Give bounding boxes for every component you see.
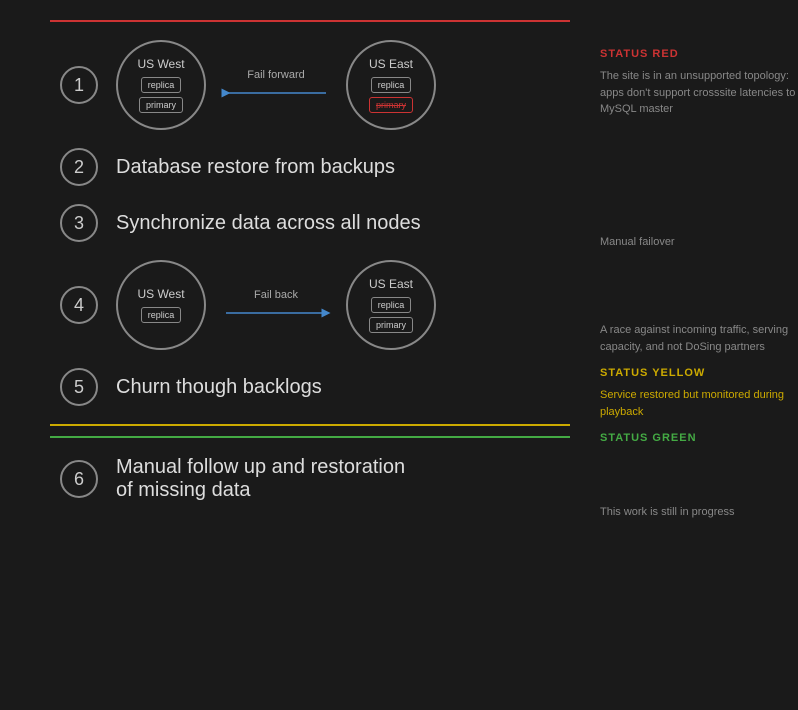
status-yellow-desc: Service restored but monitored during pl… [600, 387, 798, 420]
step-2-label: Database restore from backups [116, 156, 395, 179]
step-number-3: 3 [60, 204, 98, 242]
us-west-circle-1: US West replica primary [116, 40, 206, 130]
step6-desc: This work is still in progress [600, 504, 798, 521]
status-red-label: STATUS RED [600, 48, 798, 60]
green-divider [50, 436, 570, 438]
topology-1: US West replica primary Fail forward [116, 40, 436, 130]
step-5-label: Churn though backlogs [116, 376, 322, 399]
us-east-circle-2: US East replica primary [346, 260, 436, 350]
east-primary-badge-2: primary [369, 317, 413, 333]
us-east-circle-1: US East replica primary [346, 40, 436, 130]
us-east-label-2: US East [369, 277, 413, 291]
west-primary-badge-1: primary [139, 97, 183, 113]
us-west-circle-2: US West replica [116, 260, 206, 350]
status-red-desc: The site is in an unsupported topology: … [600, 68, 798, 118]
step-number-5: 5 [60, 368, 98, 406]
step-2: 2 Database restore from backups [60, 148, 570, 186]
arrow-area-1: Fail forward [206, 69, 346, 101]
arrow-svg-2 [216, 305, 336, 321]
arrow-svg-1 [216, 85, 336, 101]
west-replica-badge-1: replica [141, 77, 182, 93]
step-number-6: 6 [60, 460, 98, 498]
page: 1 US West replica primary Fail forward [0, 0, 798, 710]
arrow-area-2: Fail back [206, 289, 346, 321]
step-3: 3 Synchronize data across all nodes [60, 204, 570, 242]
step-4: 4 US West replica Fail back [60, 260, 570, 350]
status-yellow-label: STATUS YELLOW [600, 367, 798, 379]
us-east-label-1: US East [369, 57, 413, 71]
east-primary-badge-1: primary [369, 97, 413, 113]
step-3-label: Synchronize data across all nodes [116, 212, 421, 235]
step-6: 6 Manual follow up and restorationof mis… [60, 456, 570, 502]
left-panel: 1 US West replica primary Fail forward [0, 0, 590, 710]
status-green-label: STATUS GREEN [600, 432, 798, 444]
step-number-1: 1 [60, 66, 98, 104]
step-5: 5 Churn though backlogs [60, 368, 570, 406]
right-panel: STATUS RED The site is in an unsupported… [590, 0, 798, 710]
step-1: 1 US West replica primary Fail forward [60, 40, 570, 130]
east-replica-badge-1: replica [371, 77, 412, 93]
west-replica-badge-2: replica [141, 307, 182, 323]
east-replica-badge-2: replica [371, 297, 412, 313]
arrow-label-2: Fail back [254, 289, 298, 301]
yellow-divider [50, 424, 570, 426]
us-west-label-2: US West [137, 287, 184, 301]
us-west-label-1: US West [137, 57, 184, 71]
step-number-2: 2 [60, 148, 98, 186]
step-6-label: Manual follow up and restorationof missi… [116, 456, 405, 502]
step-number-4: 4 [60, 286, 98, 324]
arrow-label-1: Fail forward [247, 69, 304, 81]
manual-failover-label: Manual failover [600, 234, 798, 251]
step5-desc: A race against incoming traffic, serving… [600, 322, 798, 355]
red-divider [50, 20, 570, 22]
topology-2: US West replica Fail back [116, 260, 436, 350]
